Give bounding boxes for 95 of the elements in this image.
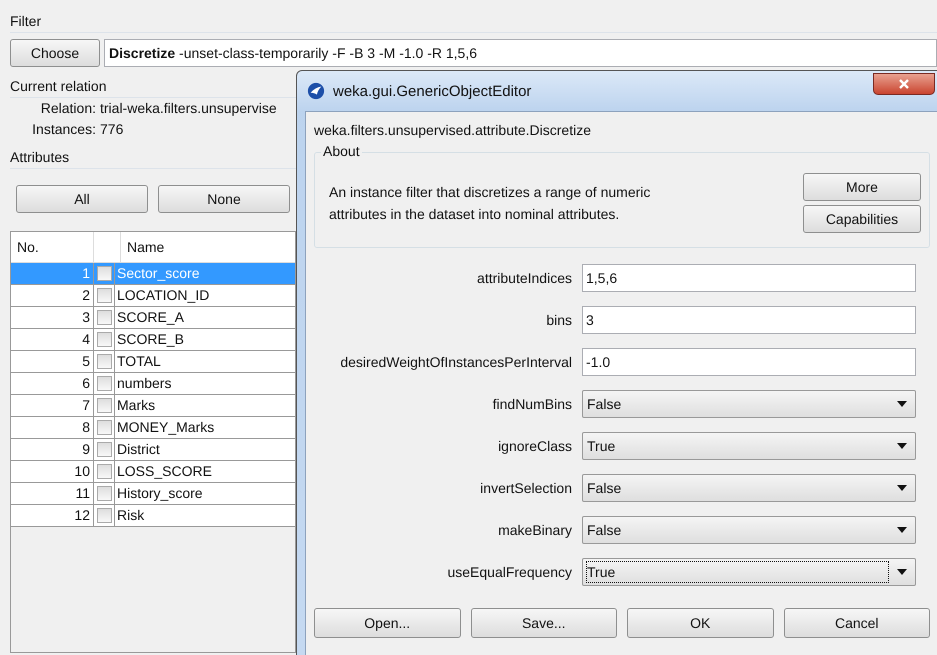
property-field[interactable]: 3 xyxy=(582,306,916,334)
relation-label: Relation: xyxy=(40,99,97,118)
checkbox[interactable] xyxy=(96,266,112,281)
attribute-name: Sector_score xyxy=(116,264,200,283)
about-label: About xyxy=(321,143,362,159)
attribute-name: History_score xyxy=(116,484,204,503)
property-label: useEqualFrequency xyxy=(446,564,572,580)
row-number: 10 xyxy=(73,462,91,481)
dialog-button[interactable]: Open... xyxy=(314,608,460,638)
property-field[interactable]: 1,5,6 xyxy=(582,264,916,292)
attribute-name: MONEY_Marks xyxy=(116,418,216,437)
row-number: 12 xyxy=(73,506,91,525)
attribute-row[interactable]: 12 Risk xyxy=(11,505,295,527)
attribute-row[interactable]: 5 TOTAL xyxy=(11,351,295,373)
attribute-row[interactable]: 8 MONEY_Marks xyxy=(11,417,295,439)
attribute-name: LOSS_SCORE xyxy=(116,462,213,481)
attribute-row[interactable]: 6 numbers xyxy=(11,373,295,395)
about-button[interactable]: More xyxy=(803,173,921,201)
attribute-row[interactable]: 9 District xyxy=(11,439,295,461)
attribute-name: SCORE_A xyxy=(116,308,185,327)
property-label: invertSelection xyxy=(479,480,572,496)
about-button[interactable]: Capabilities xyxy=(803,205,921,233)
checkbox[interactable] xyxy=(96,420,112,435)
column-header[interactable]: No. xyxy=(11,232,93,262)
checkbox[interactable] xyxy=(96,376,112,391)
column-header[interactable]: Name xyxy=(121,232,295,262)
caret-icon xyxy=(897,569,907,575)
dialog-button[interactable]: OK xyxy=(627,608,774,638)
checkbox[interactable] xyxy=(96,288,112,303)
attribute-name: Risk xyxy=(116,506,146,525)
row-number: 4 xyxy=(81,330,91,349)
attribute-name: LOCATION_ID xyxy=(116,286,210,305)
caret-icon xyxy=(897,401,907,407)
caret-icon xyxy=(897,485,907,491)
checkbox[interactable] xyxy=(96,398,112,413)
property-label: desiredWeightOfInstancesPerInterval xyxy=(339,354,572,370)
column-header[interactable] xyxy=(93,232,121,262)
property-dropdown[interactable]: False xyxy=(582,516,916,544)
row-number: 2 xyxy=(81,286,91,305)
property-label: attributeIndices xyxy=(476,270,572,286)
attribute-name: numbers xyxy=(116,374,172,393)
attribute-row[interactable]: 7 Marks xyxy=(11,395,295,417)
attribute-name: District xyxy=(116,440,161,459)
close-icon xyxy=(898,78,910,90)
checkbox[interactable] xyxy=(96,442,112,457)
select-button[interactable]: All xyxy=(16,185,148,213)
property-dropdown[interactable]: True xyxy=(582,432,916,460)
instances-value: 776 xyxy=(100,120,124,139)
checkbox[interactable] xyxy=(96,354,112,369)
property-dropdown[interactable]: False xyxy=(582,474,916,502)
attribute-name: SCORE_B xyxy=(116,330,185,349)
property-label: makeBinary xyxy=(497,522,572,538)
attribute-row[interactable]: 4 SCORE_B xyxy=(11,329,295,351)
relation-value: trial-weka.filters.unsupervise xyxy=(100,99,277,118)
row-number: 9 xyxy=(81,440,91,459)
property-label: findNumBins xyxy=(492,396,572,412)
property-dropdown[interactable]: True xyxy=(582,558,916,586)
attribute-row[interactable]: 10 LOSS_SCORE xyxy=(11,461,295,483)
property-dropdown[interactable]: False xyxy=(582,390,916,418)
current-relation-label: Current relation xyxy=(10,75,296,98)
attribute-row[interactable]: 3 SCORE_A xyxy=(11,307,295,329)
filter-command-field[interactable]: Discretize -unset-class-temporarily -F -B 3 -M -1.0 -R 1,5,6 xyxy=(104,39,937,67)
checkbox[interactable] xyxy=(96,332,112,347)
row-number: 8 xyxy=(81,418,91,437)
caret-icon xyxy=(897,443,907,449)
row-number: 5 xyxy=(81,352,91,371)
checkbox[interactable] xyxy=(96,310,112,325)
row-number: 11 xyxy=(74,484,91,503)
attributes-label: Attributes xyxy=(10,146,296,169)
choose-button[interactable]: Choose xyxy=(10,39,100,67)
window-title: weka.gui.GenericObjectEditor xyxy=(333,82,532,100)
about-description: An instance filter that discretizes a range of numeric attributes in the dataset into nominal attributes. xyxy=(329,183,652,224)
attribute-name: TOTAL xyxy=(116,352,162,371)
attribute-name: Marks xyxy=(116,396,156,415)
dialog-button[interactable]: Cancel xyxy=(784,608,930,638)
class-name: weka.filters.unsupervised.attribute.Discretize xyxy=(314,122,592,140)
select-button[interactable]: None xyxy=(158,185,290,213)
close-button[interactable] xyxy=(873,73,935,95)
bird-icon xyxy=(307,82,325,100)
attribute-row[interactable]: 2 LOCATION_ID xyxy=(11,285,295,307)
row-number: 3 xyxy=(81,308,91,327)
checkbox[interactable] xyxy=(96,464,112,479)
instances-label: Instances: xyxy=(31,120,97,139)
dialog-button[interactable]: Save... xyxy=(470,608,617,638)
checkbox[interactable] xyxy=(96,486,112,501)
property-label: bins xyxy=(545,312,572,328)
row-number: 7 xyxy=(81,396,91,415)
filter-label: Filter xyxy=(10,10,937,33)
property-field[interactable]: -1.0 xyxy=(582,348,916,376)
property-label: ignoreClass xyxy=(497,438,572,454)
caret-icon xyxy=(897,527,907,533)
checkbox[interactable] xyxy=(96,508,112,523)
row-number: 6 xyxy=(81,374,91,393)
attribute-row[interactable]: 11 History_score xyxy=(11,483,295,505)
row-number: 1 xyxy=(81,264,91,283)
